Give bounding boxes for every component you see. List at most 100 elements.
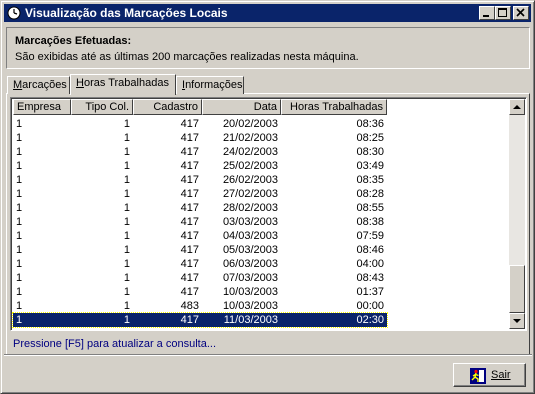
main-window: Visualização das Marcações Locais Marcaç…: [0, 0, 535, 394]
table-cell: 27/02/2003: [222, 188, 278, 200]
tab-informacoes[interactable]: Informações: [176, 76, 244, 94]
table-row[interactable]: 1 1 483 10/03/2003 00:00: [13, 299, 387, 313]
table-cell: 03/03/2003: [222, 216, 278, 228]
table-cell: 1: [123, 258, 130, 270]
table-cell: 1: [16, 272, 23, 284]
table-cell: 00:00: [356, 300, 384, 312]
table-cell: 11/03/2003: [223, 314, 278, 326]
table-cell: 08:43: [356, 272, 384, 284]
table-row[interactable]: 1 1 417 20/02/2003 08:36: [13, 117, 387, 131]
table-cell: 10/03/2003: [222, 286, 278, 298]
table-cell: 04:00: [356, 258, 384, 270]
maximize-icon: [498, 8, 507, 17]
table-cell: 20/02/2003: [222, 118, 278, 130]
data-grid[interactable]: Empresa Tipo Col. Cadastro Data Horas Tr…: [10, 97, 527, 331]
table-row[interactable]: 1 1 417 21/02/2003 08:25: [13, 131, 387, 145]
table-cell: 417: [180, 230, 199, 242]
vertical-scrollbar[interactable]: [509, 99, 525, 329]
table-cell: 24/02/2003: [222, 146, 278, 158]
column-header-cadastro[interactable]: Cadastro: [133, 99, 202, 115]
column-header-data[interactable]: Data: [202, 99, 281, 115]
table-cell: 1: [16, 244, 23, 256]
table-row[interactable]: 1 1 417 05/03/2003 08:46: [13, 243, 387, 257]
table-cell: 07/03/2003: [222, 272, 278, 284]
table-cell: 1: [123, 174, 130, 186]
table-cell: 08:28: [356, 188, 384, 200]
table-cell: 1: [123, 286, 130, 298]
window-title: Visualização das Marcações Locais: [25, 6, 228, 20]
table-cell: 417: [180, 174, 199, 186]
tab-marcacoes[interactable]: Marcações: [7, 76, 70, 94]
scrollbar-thumb[interactable]: [509, 265, 525, 313]
table-row[interactable]: 1 1 417 24/02/2003 08:30: [13, 145, 387, 159]
table-cell: 1: [16, 230, 23, 242]
separator: [4, 354, 532, 356]
maximize-button[interactable]: [495, 6, 511, 20]
table-row[interactable]: 1 1 417 10/03/2003 01:37: [13, 285, 387, 299]
table-cell: 1: [16, 314, 23, 326]
table-row[interactable]: 1 1 417 06/03/2003 04:00: [13, 257, 387, 271]
scroll-up-button[interactable]: [509, 99, 525, 115]
table-cell: 1: [123, 244, 130, 256]
table-cell: 07:59: [356, 230, 384, 242]
table-cell: 1: [123, 160, 130, 172]
table-cell: 1: [123, 202, 130, 214]
table-cell: 1: [123, 230, 130, 242]
table-cell: 08:55: [356, 202, 384, 214]
table-cell: 417: [180, 160, 199, 172]
table-cell: 417: [180, 132, 199, 144]
minimize-icon: [483, 15, 489, 17]
table-cell: 1: [16, 174, 23, 186]
table-cell: 01:37: [356, 286, 384, 298]
table-cell: 08:36: [356, 118, 384, 130]
table-cell: 1: [123, 314, 130, 326]
table-row[interactable]: 1 1 417 03/03/2003 08:38: [13, 215, 387, 229]
exit-button-label: Sair: [491, 369, 511, 381]
scroll-down-button[interactable]: [509, 313, 525, 329]
table-cell: 1: [16, 216, 23, 228]
column-header-horas-trabalhadas[interactable]: Horas Trabalhadas: [281, 99, 387, 115]
table-cell: 417: [180, 314, 199, 326]
header-subtitle: São exibidas até as últimas 200 marcaçõe…: [15, 51, 359, 63]
table-cell: 02:30: [356, 314, 384, 326]
tab-horas-trabalhadas[interactable]: Horas Trabalhadas: [70, 74, 176, 95]
close-icon: [516, 8, 525, 17]
table-cell: 10/03/2003: [222, 300, 278, 312]
table-row[interactable]: 1 1 417 07/03/2003 08:43: [13, 271, 387, 285]
exit-button[interactable]: Sair: [453, 363, 526, 387]
table-cell: 08:25: [356, 132, 384, 144]
table-cell: 417: [180, 258, 199, 270]
table-row[interactable]: 1 1 417 27/02/2003 08:28: [13, 187, 387, 201]
table-cell: 1: [123, 132, 130, 144]
table-cell: 08:30: [356, 146, 384, 158]
table-cell: 1: [16, 258, 23, 270]
table-cell: 1: [16, 132, 23, 144]
table-row[interactable]: 1 1 417 28/02/2003 08:55: [13, 201, 387, 215]
table-row[interactable]: 1 1 417 11/03/2003 02:30: [12, 312, 388, 328]
title-bar[interactable]: Visualização das Marcações Locais: [4, 4, 531, 22]
table-cell: 1: [16, 286, 23, 298]
column-header-empresa[interactable]: Empresa: [13, 99, 71, 115]
table-cell: 05/03/2003: [222, 244, 278, 256]
table-cell: 1: [16, 300, 23, 312]
table-row[interactable]: 1 1 417 04/03/2003 07:59: [13, 229, 387, 243]
close-button[interactable]: [513, 6, 529, 20]
table-cell: 25/02/2003: [222, 160, 278, 172]
table-cell: 1: [123, 188, 130, 200]
table-cell: 417: [180, 118, 199, 130]
table-cell: 1: [123, 118, 130, 130]
arrow-down-icon: [513, 319, 521, 323]
column-header-tipo-col[interactable]: Tipo Col.: [71, 99, 133, 115]
table-cell: 1: [16, 202, 23, 214]
exit-runner-icon: [470, 368, 486, 384]
table-cell: 26/02/2003: [222, 174, 278, 186]
table-cell: 03:49: [356, 160, 384, 172]
table-row[interactable]: 1 1 417 26/02/2003 08:35: [13, 173, 387, 187]
header-title: Marcações Efetuadas:: [15, 35, 132, 47]
table-cell: 1: [123, 272, 130, 284]
minimize-button[interactable]: [479, 6, 495, 20]
table-row[interactable]: 1 1 417 25/02/2003 03:49: [13, 159, 387, 173]
table-cell: 417: [180, 146, 199, 158]
table-cell: 04/03/2003: [222, 230, 278, 242]
table-cell: 21/02/2003: [222, 132, 278, 144]
